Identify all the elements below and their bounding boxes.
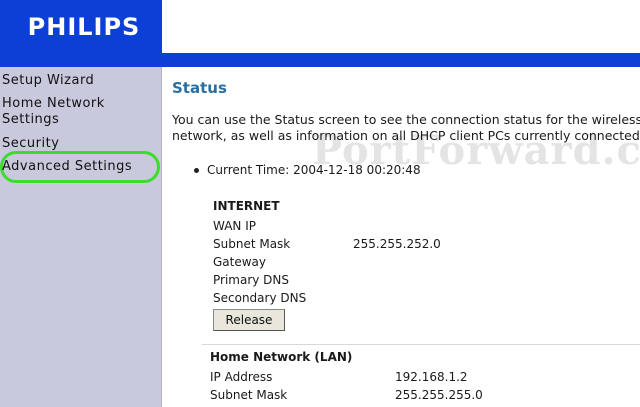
table-row: WAN IP	[213, 217, 613, 235]
current-time: Current Time: 2004-12-18 00:20:48	[194, 163, 421, 177]
sidebar-item-setup-wizard[interactable]: Setup Wizard	[2, 73, 94, 89]
table-row: Secondary DNS	[213, 289, 613, 307]
secondary-dns-label: Secondary DNS	[213, 291, 307, 305]
brand-logo: PHILIPS	[0, 0, 162, 53]
current-time-value: 2004-12-18 00:20:48	[293, 163, 421, 177]
lan-title: Home Network (LAN)	[210, 350, 353, 364]
lan-ip-value: 192.168.1.2	[395, 370, 468, 384]
table-row: IP Address 192.168.1.2	[210, 368, 630, 386]
internet-section: INTERNET WAN IP Subnet Mask 255.255.252.…	[213, 199, 613, 331]
lan-subnet-value: 255.255.255.0	[395, 388, 483, 402]
current-time-label: Current Time:	[207, 163, 290, 177]
table-row: Subnet Mask 255.255.255.0	[210, 386, 630, 404]
main-content: PortForward.com Status You can use the S…	[172, 67, 640, 407]
divider	[202, 344, 640, 345]
header-bar	[0, 53, 640, 67]
sidebar: Setup Wizard Home Network Settings Secur…	[0, 67, 162, 407]
lan-subnet-label: Subnet Mask	[210, 388, 288, 402]
internet-title: INTERNET	[213, 199, 280, 213]
table-row: Gateway	[213, 253, 613, 271]
subnet-mask-label: Subnet Mask	[213, 237, 291, 251]
sidebar-item-security[interactable]: Security	[2, 136, 59, 152]
intro-line-1: You can use the Status screen to see the…	[172, 112, 640, 127]
intro-text: You can use the Status screen to see the…	[172, 112, 640, 144]
table-row: Primary DNS	[213, 271, 613, 289]
page-title: Status	[172, 79, 227, 97]
lan-ip-label: IP Address	[210, 370, 273, 384]
bullet-icon	[194, 167, 199, 173]
sidebar-item-advanced-settings[interactable]: Advanced Settings	[2, 159, 132, 175]
logo-text: PHILIPS	[27, 12, 141, 41]
release-button[interactable]: Release	[213, 309, 285, 331]
table-row: Subnet Mask 255.255.252.0	[213, 235, 613, 253]
gateway-label: Gateway	[213, 255, 267, 269]
subnet-mask-value: 255.255.252.0	[353, 237, 441, 251]
sidebar-item-home-network-settings[interactable]: Home Network Settings	[2, 96, 152, 128]
intro-line-2: network, as well as information on all D…	[172, 128, 640, 143]
wan-ip-label: WAN IP	[213, 219, 256, 233]
primary-dns-label: Primary DNS	[213, 273, 290, 287]
lan-section: Home Network (LAN) IP Address 192.168.1.…	[210, 350, 630, 404]
